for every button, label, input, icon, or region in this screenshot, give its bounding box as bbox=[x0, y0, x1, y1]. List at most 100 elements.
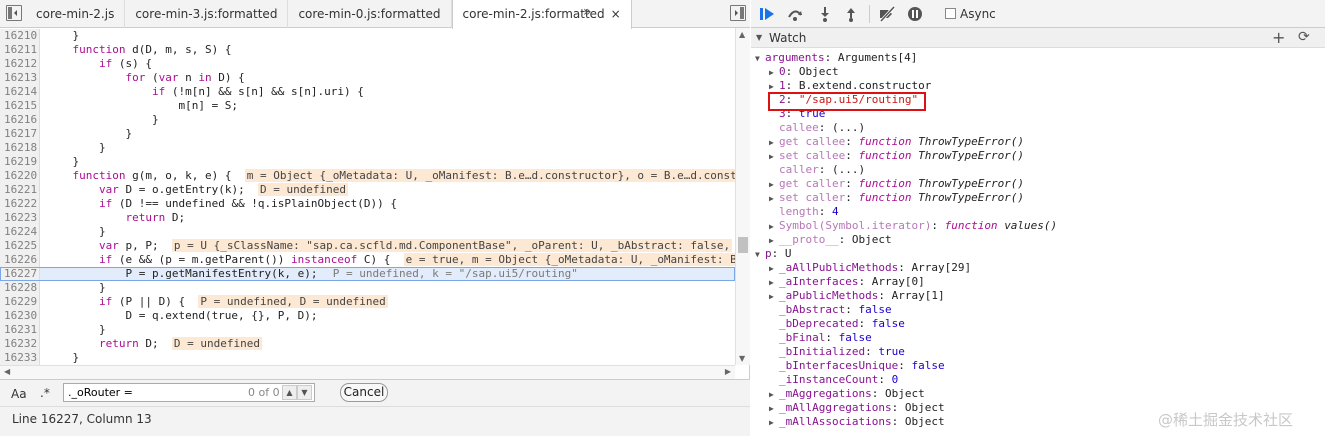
code-line[interactable]: 16231 } bbox=[0, 323, 735, 337]
code-editor[interactable]: 16210 } 16211 function d(D, m, s, S) {162… bbox=[0, 28, 735, 365]
collapsed-triangle-icon[interactable]: ▶ bbox=[769, 290, 779, 304]
code-line[interactable]: 16212 if (s) { bbox=[0, 57, 735, 71]
code-line[interactable]: 16225 var p, P; p = U {_sClassName: "sap… bbox=[0, 239, 735, 253]
async-checkbox[interactable] bbox=[945, 8, 956, 19]
code-line[interactable]: 16232 return D; D = undefined bbox=[0, 337, 735, 351]
line-number[interactable]: 16216 bbox=[0, 113, 40, 127]
current-execution-line[interactable]: 16227 P = p.getManifestEntry(k, e); P = … bbox=[0, 267, 735, 281]
watch-tree-row[interactable]: ▶ 0: Object bbox=[769, 65, 839, 79]
line-number[interactable]: 16227 bbox=[0, 267, 40, 281]
resume-icon[interactable] bbox=[759, 6, 775, 22]
line-number[interactable]: 16212 bbox=[0, 57, 40, 71]
line-number[interactable]: 16230 bbox=[0, 309, 40, 323]
collapsed-triangle-icon[interactable]: ▶ bbox=[769, 388, 779, 402]
match-case-toggle[interactable]: Aa bbox=[11, 387, 27, 401]
code-line[interactable]: 16220 function g(m, o, k, e) { m = Objec… bbox=[0, 169, 735, 183]
line-number[interactable]: 16222 bbox=[0, 197, 40, 211]
code-line[interactable]: 16233 } bbox=[0, 351, 735, 365]
code-line[interactable]: 16226 if (e && (p = m.getParent()) insta… bbox=[0, 253, 735, 267]
watch-tree-row[interactable]: ▶ _mAllAssociations: Object bbox=[769, 415, 945, 429]
code-line[interactable]: 16211 function d(D, m, s, S) { bbox=[0, 43, 735, 57]
watch-tree-row[interactable]: ▶ get callee: function ThrowTypeError() bbox=[769, 135, 1024, 149]
line-number[interactable]: 16211 bbox=[0, 43, 40, 57]
line-number[interactable]: 16217 bbox=[0, 127, 40, 141]
collapsed-triangle-icon[interactable]: ▶ bbox=[769, 276, 779, 290]
watch-tree-row[interactable]: _bFinal: false bbox=[769, 331, 872, 345]
line-number[interactable]: 16229 bbox=[0, 295, 40, 309]
collapsed-triangle-icon[interactable]: ▶ bbox=[769, 150, 779, 164]
code-line[interactable]: 16217 } bbox=[0, 127, 735, 141]
line-number[interactable]: 16233 bbox=[0, 351, 40, 365]
step-into-icon[interactable] bbox=[817, 6, 833, 22]
editor-tab[interactable]: core-min-2.js bbox=[26, 0, 126, 28]
line-number[interactable]: 16218 bbox=[0, 141, 40, 155]
refresh-icon[interactable]: ⟳ bbox=[1298, 29, 1310, 45]
watch-tree-row[interactable]: ▼ p: U bbox=[755, 247, 792, 261]
regex-toggle[interactable]: .* bbox=[40, 386, 50, 400]
watch-tree-row[interactable]: ▶ _aPublicMethods: Array[1] bbox=[769, 289, 945, 303]
line-number[interactable]: 16226 bbox=[0, 253, 40, 267]
scrollbar-thumb[interactable] bbox=[738, 237, 748, 253]
scroll-up-icon[interactable]: ▲ bbox=[739, 30, 745, 39]
code-line[interactable]: 16228 } bbox=[0, 281, 735, 295]
editor-tab[interactable]: core-min-3.js:formatted bbox=[125, 0, 289, 28]
previous-match-button[interactable]: ▲ bbox=[282, 385, 297, 400]
tabs-overflow-icon[interactable]: » bbox=[583, 4, 592, 20]
line-number[interactable]: 16213 bbox=[0, 71, 40, 85]
line-number[interactable]: 16232 bbox=[0, 337, 40, 351]
line-number[interactable]: 16220 bbox=[0, 169, 40, 183]
code-line[interactable]: 16213 for (var n in D) { bbox=[0, 71, 735, 85]
collapsed-triangle-icon[interactable]: ▶ bbox=[769, 178, 779, 192]
search-input[interactable] bbox=[68, 385, 238, 400]
next-match-button[interactable]: ▼ bbox=[297, 385, 312, 400]
collapsed-triangle-icon[interactable]: ▶ bbox=[769, 66, 779, 80]
watch-tree-row[interactable]: ▶ _mAggregations: Object bbox=[769, 387, 925, 401]
watch-tree-row[interactable]: ▶ _aAllPublicMethods: Array[29] bbox=[769, 261, 971, 275]
scroll-left-icon[interactable]: ◀ bbox=[4, 367, 10, 376]
collapsed-triangle-icon[interactable]: ▶ bbox=[769, 220, 779, 234]
watch-tree-row[interactable]: ▶ get caller: function ThrowTypeError() bbox=[769, 177, 1024, 191]
line-number[interactable]: 16228 bbox=[0, 281, 40, 295]
cancel-search-button[interactable]: Cancel bbox=[340, 383, 388, 402]
scroll-right-icon[interactable]: ▶ bbox=[725, 367, 731, 376]
collapsed-triangle-icon[interactable]: ▶ bbox=[769, 416, 779, 430]
code-line[interactable]: 16229 if (P || D) { P = undefined, D = u… bbox=[0, 295, 735, 309]
watch-tree-row[interactable]: _bAbstract: false bbox=[769, 303, 892, 317]
watch-tree-row[interactable]: _bInitialized: true bbox=[769, 345, 905, 359]
editor-vertical-scrollbar[interactable]: ▲ ▼ bbox=[735, 28, 750, 365]
line-number[interactable]: 16231 bbox=[0, 323, 40, 337]
watch-tree-row[interactable]: length: 4 bbox=[769, 205, 839, 219]
line-number[interactable]: 16219 bbox=[0, 155, 40, 169]
watch-section-header[interactable]: ▼ Watch + ⟳ bbox=[751, 28, 1325, 48]
deactivate-breakpoints-icon[interactable] bbox=[879, 6, 895, 22]
line-number[interactable]: 16214 bbox=[0, 85, 40, 99]
collapse-triangle-icon[interactable]: ▼ bbox=[756, 33, 762, 42]
watch-tree-row[interactable]: _bInterfacesUnique: false bbox=[769, 359, 945, 373]
line-number[interactable]: 16215 bbox=[0, 99, 40, 113]
code-line[interactable]: 16224 } bbox=[0, 225, 735, 239]
collapsed-triangle-icon[interactable]: ▶ bbox=[769, 192, 779, 206]
line-number[interactable]: 16210 bbox=[0, 29, 40, 43]
code-line[interactable]: 16219 } bbox=[0, 155, 735, 169]
watch-tree-row[interactable]: _bDeprecated: false bbox=[769, 317, 905, 331]
watch-tree-row[interactable]: ▼ arguments: Arguments[4] bbox=[755, 51, 917, 65]
watch-tree-row[interactable]: ▶ 1: B.extend.constructor bbox=[769, 79, 931, 93]
collapsed-triangle-icon[interactable]: ▶ bbox=[769, 262, 779, 276]
editor-tab[interactable]: core-min-2.js:formatted × bbox=[451, 0, 632, 29]
toggle-navigator-icon[interactable] bbox=[6, 5, 22, 21]
collapsed-triangle-icon[interactable]: ▶ bbox=[769, 234, 779, 248]
scroll-down-icon[interactable]: ▼ bbox=[739, 354, 745, 363]
line-number[interactable]: 16223 bbox=[0, 211, 40, 225]
line-number[interactable]: 16221 bbox=[0, 183, 40, 197]
code-line[interactable]: 16221 var D = o.getEntry(k); D = undefin… bbox=[0, 183, 735, 197]
step-over-icon[interactable] bbox=[787, 6, 803, 22]
step-out-icon[interactable] bbox=[843, 6, 859, 22]
watch-tree-row[interactable]: ▶ __proto__: Object bbox=[769, 233, 892, 247]
add-watch-icon[interactable]: + bbox=[1272, 28, 1285, 47]
watch-tree-row[interactable]: ▶ set callee: function ThrowTypeError() bbox=[769, 149, 1024, 163]
code-line[interactable]: 16218 } bbox=[0, 141, 735, 155]
watch-tree-row[interactable]: ▶ _mAllAggregations: Object bbox=[769, 401, 945, 415]
watch-tree-row[interactable]: caller: (...) bbox=[769, 163, 865, 177]
expanded-triangle-icon[interactable]: ▼ bbox=[755, 248, 765, 262]
line-number[interactable]: 16224 bbox=[0, 225, 40, 239]
